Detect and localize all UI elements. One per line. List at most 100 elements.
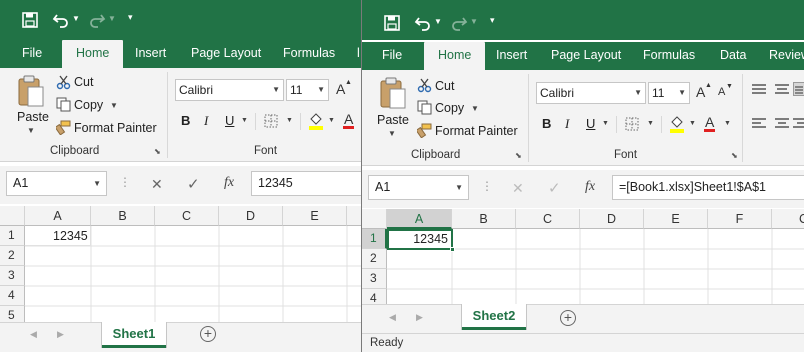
copy-icon[interactable] bbox=[417, 100, 432, 115]
font-name-select[interactable]: Calibri ▼ bbox=[175, 79, 284, 101]
clipboard-launcher-icon[interactable]: ⬊ bbox=[154, 147, 161, 156]
name-box[interactable]: A1 ▼ bbox=[6, 171, 107, 196]
column-header-d[interactable]: D bbox=[219, 206, 283, 226]
column-header-e[interactable]: E bbox=[283, 206, 347, 226]
copy-dropdown-icon[interactable]: ▼ bbox=[471, 104, 479, 113]
column-header-e[interactable]: E bbox=[644, 209, 708, 229]
scroll-sheets-right-icon[interactable]: ▶ bbox=[416, 312, 423, 323]
select-all-corner[interactable] bbox=[362, 209, 387, 229]
tab-truncated[interactable]: l bbox=[357, 40, 360, 68]
insert-function-icon[interactable]: fx bbox=[224, 175, 234, 191]
scroll-sheets-left-icon[interactable]: ◀ bbox=[30, 329, 37, 340]
font-color-dropdown-icon[interactable]: ▼ bbox=[724, 120, 731, 127]
align-middle-icon[interactable] bbox=[774, 83, 790, 95]
column-header-a[interactable]: A bbox=[25, 206, 91, 226]
format-painter-icon[interactable] bbox=[417, 123, 432, 138]
row-header-2[interactable]: 2 bbox=[0, 246, 25, 266]
undo-icon[interactable] bbox=[414, 14, 432, 31]
formula-input[interactable]: =[Book1.xlsx]Sheet1!$A$1 bbox=[612, 175, 804, 200]
font-launcher-icon[interactable]: ⬊ bbox=[731, 151, 738, 160]
sheet-tab-sheet2[interactable]: Sheet2 bbox=[462, 304, 526, 330]
increase-font-size-icon[interactable]: A bbox=[336, 81, 345, 97]
column-header-d[interactable]: D bbox=[580, 209, 644, 229]
enter-icon[interactable]: ✓ bbox=[187, 175, 200, 193]
font-size-select[interactable]: 11 ▼ bbox=[648, 82, 690, 104]
worksheet-grid[interactable]: A B C D E 1 2 3 4 5 12345 bbox=[0, 206, 361, 326]
format-painter-label[interactable]: Format Painter bbox=[435, 124, 518, 138]
row-header-3[interactable]: 3 bbox=[362, 269, 387, 289]
fill-color-dropdown-icon[interactable]: ▼ bbox=[689, 120, 696, 127]
sheet-tab-sheet1[interactable]: Sheet1 bbox=[102, 322, 166, 348]
font-color-icon[interactable]: A bbox=[704, 115, 716, 132]
format-painter-icon[interactable] bbox=[56, 120, 71, 135]
cut-icon[interactable] bbox=[417, 78, 432, 93]
tab-file[interactable]: File bbox=[22, 40, 42, 68]
font-size-select[interactable]: 11 ▼ bbox=[286, 79, 329, 101]
tab-home[interactable]: Home bbox=[62, 40, 124, 69]
column-header-c[interactable]: C bbox=[516, 209, 580, 229]
increase-font-size-icon[interactable]: A bbox=[696, 84, 705, 100]
column-header-g[interactable]: C bbox=[772, 209, 804, 229]
tab-insert[interactable]: Insert bbox=[496, 42, 527, 70]
row-header-4[interactable]: 4 bbox=[0, 286, 25, 306]
borders-dropdown-icon[interactable]: ▼ bbox=[647, 120, 654, 127]
undo-dropdown-icon[interactable]: ▼ bbox=[72, 14, 80, 23]
underline-button[interactable]: U bbox=[586, 116, 595, 131]
italic-button[interactable]: I bbox=[204, 113, 208, 129]
chevron-down-icon[interactable]: ▼ bbox=[455, 176, 463, 199]
copy-icon[interactable] bbox=[56, 97, 71, 112]
align-left-icon[interactable] bbox=[751, 117, 767, 129]
fill-handle[interactable] bbox=[450, 247, 455, 252]
undo-dropdown-icon[interactable]: ▼ bbox=[434, 17, 442, 26]
column-header-a[interactable]: A bbox=[387, 209, 452, 229]
tab-formulas[interactable]: Formulas bbox=[283, 40, 335, 68]
paste-dropdown-icon[interactable]: ▼ bbox=[388, 129, 396, 138]
scroll-sheets-left-icon[interactable]: ◀ bbox=[389, 312, 396, 323]
cancel-icon[interactable]: ✕ bbox=[151, 176, 163, 193]
bold-button[interactable]: B bbox=[181, 113, 190, 128]
new-sheet-icon[interactable]: + bbox=[200, 326, 216, 342]
save-icon[interactable] bbox=[384, 15, 400, 31]
row-header-1[interactable]: 1 bbox=[362, 229, 387, 249]
cut-label[interactable]: Cut bbox=[74, 75, 93, 89]
save-icon[interactable] bbox=[22, 12, 38, 28]
paste-icon[interactable] bbox=[378, 77, 408, 111]
worksheet-grid[interactable]: A B C D E F C 1 2 3 4 12345 bbox=[362, 209, 804, 309]
italic-button[interactable]: I bbox=[565, 116, 569, 132]
borders-icon[interactable] bbox=[264, 114, 278, 128]
tab-page-layout[interactable]: Page Layout bbox=[191, 40, 261, 68]
copy-dropdown-icon[interactable]: ▼ bbox=[110, 101, 118, 110]
underline-dropdown-icon[interactable]: ▼ bbox=[241, 117, 248, 124]
scroll-sheets-right-icon[interactable]: ▶ bbox=[57, 329, 64, 340]
align-top-icon[interactable] bbox=[751, 83, 767, 95]
fill-color-icon[interactable] bbox=[669, 115, 685, 133]
cell-a1-selected[interactable]: 12345 bbox=[387, 229, 453, 250]
row-header-2[interactable]: 2 bbox=[362, 249, 387, 269]
row-header-3[interactable]: 3 bbox=[0, 266, 25, 286]
underline-dropdown-icon[interactable]: ▼ bbox=[602, 120, 609, 127]
decrease-font-size-icon[interactable]: A bbox=[718, 86, 725, 98]
paste-label[interactable]: Paste bbox=[17, 110, 49, 124]
align-center-icon[interactable] bbox=[774, 117, 790, 129]
cut-label[interactable]: Cut bbox=[435, 79, 454, 93]
copy-label[interactable]: Copy bbox=[435, 101, 464, 115]
font-color-icon[interactable]: A bbox=[343, 112, 355, 129]
paste-dropdown-icon[interactable]: ▼ bbox=[27, 126, 35, 135]
chevron-down-icon[interactable]: ▼ bbox=[93, 172, 101, 195]
column-header-f[interactable] bbox=[347, 206, 361, 226]
borders-dropdown-icon[interactable]: ▼ bbox=[286, 117, 293, 124]
paste-label[interactable]: Paste bbox=[377, 113, 409, 127]
fill-color-dropdown-icon[interactable]: ▼ bbox=[328, 117, 335, 124]
customize-qat-icon[interactable]: ▾ bbox=[490, 15, 495, 26]
format-painter-label[interactable]: Format Painter bbox=[74, 121, 157, 135]
tab-review[interactable]: Review bbox=[769, 42, 804, 70]
customize-qat-icon[interactable]: ▾ bbox=[128, 12, 133, 23]
undo-icon[interactable] bbox=[52, 11, 70, 28]
borders-icon[interactable] bbox=[625, 117, 639, 131]
tab-page-layout[interactable]: Page Layout bbox=[551, 42, 621, 70]
column-header-b[interactable]: B bbox=[91, 206, 155, 226]
tab-file[interactable]: File bbox=[382, 42, 402, 70]
tab-formulas[interactable]: Formulas bbox=[643, 42, 695, 70]
copy-label[interactable]: Copy bbox=[74, 98, 103, 112]
font-name-select[interactable]: Calibri ▼ bbox=[536, 82, 646, 104]
